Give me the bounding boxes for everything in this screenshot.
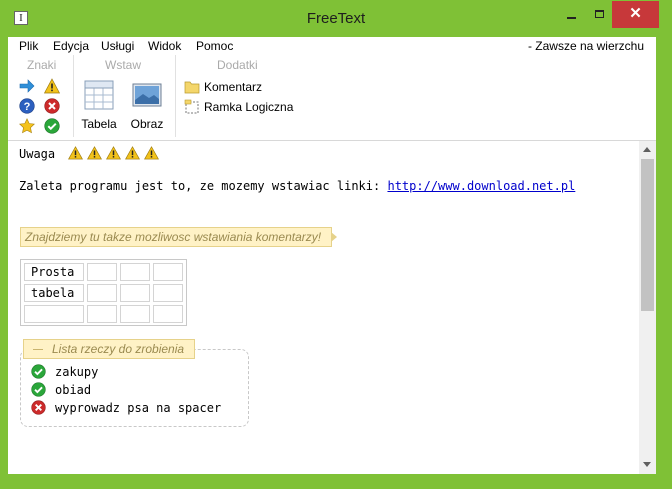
warning-icon	[68, 146, 87, 161]
menu-widok[interactable]: Widok	[148, 39, 181, 53]
add-comment-label: Komentarz	[204, 80, 263, 94]
uwaga-text: Uwaga	[19, 147, 56, 161]
arrow-right-icon[interactable]	[19, 78, 35, 94]
group-title-znaki: Znaki	[27, 58, 57, 72]
ribbon: Znaki ? Wstaw Tabela Obraz Dodatki Komen…	[8, 55, 656, 141]
app-window: I FreeText ✕ Plik Edycja Usługi Widok Po…	[0, 0, 672, 489]
scroll-down-icon[interactable]	[643, 462, 651, 467]
folder-icon	[184, 81, 200, 94]
minimize-button[interactable]	[554, 1, 588, 28]
table-cell[interactable]	[87, 284, 117, 302]
group-title-wstaw: Wstaw	[105, 58, 141, 72]
table-cell[interactable]	[120, 263, 150, 281]
scroll-thumb[interactable]	[641, 159, 654, 311]
todo-frame[interactable]: Lista rzeczy do zrobienia zakupy obiad wyp…	[20, 339, 249, 427]
table-cell[interactable]	[87, 305, 117, 323]
table-cell[interactable]	[24, 305, 84, 323]
table-cell[interactable]	[120, 305, 150, 323]
todo-item[interactable]: obiad	[31, 382, 91, 400]
client-area: Plik Edycja Usługi Widok Pomoc - Zawsze …	[8, 37, 656, 474]
text-editor[interactable]: Uwaga Zaleta programu jest to, ze mozemy…	[8, 141, 639, 474]
warning-icon	[125, 146, 144, 161]
todo-title: Lista rzeczy do zrobienia	[23, 339, 196, 359]
menu-edycja[interactable]: Edycja	[53, 39, 89, 53]
error-icon[interactable]	[44, 98, 60, 114]
warning-icon	[106, 146, 125, 161]
link-intro-text: Zaleta programu jest to, ze mozemy wstaw…	[19, 179, 388, 193]
table-cell[interactable]: tabela	[24, 284, 84, 302]
todo-item-label: zakupy	[55, 365, 99, 379]
todo-item-label: obiad	[55, 383, 92, 397]
check-icon[interactable]	[44, 118, 60, 134]
comment-note[interactable]: Znajdziemy tu takze mozliwosc wstawiania…	[20, 227, 338, 247]
menu-bar: Plik Edycja Usługi Widok Pomoc - Zawsze …	[8, 37, 656, 55]
insert-table-button[interactable]: Tabela	[80, 80, 118, 131]
add-logic-frame-button[interactable]: Ramka Logiczna	[184, 99, 293, 115]
menu-uslugi[interactable]: Usługi	[101, 39, 134, 53]
minimize-icon	[567, 17, 576, 19]
insert-table-label: Tabela	[81, 117, 117, 131]
group-separator	[175, 55, 176, 137]
warning-icon	[144, 146, 163, 161]
todo-item-label: wyprowadz psa na spacer	[55, 401, 222, 415]
insert-image-label: Obraz	[130, 117, 164, 131]
add-comment-button[interactable]: Komentarz	[184, 79, 262, 95]
close-icon: ✕	[629, 5, 642, 22]
warning-icon[interactable]	[43, 78, 61, 94]
check-icon[interactable]	[31, 382, 46, 400]
todo-item[interactable]: wyprowadz psa na spacer	[31, 400, 221, 418]
add-logic-frame-label: Ramka Logiczna	[204, 100, 294, 114]
svg-text:?: ?	[24, 101, 31, 113]
scroll-up-icon[interactable]	[643, 147, 651, 152]
simple-table[interactable]: Prosta tabela	[20, 259, 187, 326]
logic-frame-icon	[184, 99, 199, 114]
group-separator	[73, 55, 74, 137]
warning-icons	[68, 146, 163, 161]
vertical-scrollbar[interactable]	[639, 141, 656, 474]
table-cell[interactable]: Prosta	[24, 263, 84, 281]
dash-icon	[33, 349, 43, 350]
maximize-icon	[595, 10, 604, 18]
star-icon[interactable]	[19, 118, 35, 134]
table-cell[interactable]	[87, 263, 117, 281]
download-link[interactable]: http://www.download.net.pl	[387, 179, 575, 193]
image-icon	[132, 83, 162, 107]
editor-line-uwaga: Uwaga	[19, 146, 163, 161]
check-icon[interactable]	[31, 364, 46, 382]
maximize-button[interactable]	[588, 1, 612, 28]
todo-item[interactable]: zakupy	[31, 364, 98, 382]
table-cell[interactable]	[153, 305, 183, 323]
always-on-top-toggle[interactable]: - Zawsze na wierzchu	[528, 39, 644, 53]
table-cell[interactable]	[153, 284, 183, 302]
title-bar[interactable]: I FreeText ✕	[0, 0, 672, 37]
editor-line-link: Zaleta programu jest to, ze mozemy wstaw…	[19, 178, 631, 194]
insert-image-button[interactable]: Obraz	[128, 80, 166, 131]
table-icon	[84, 80, 114, 110]
table-cell[interactable]	[120, 284, 150, 302]
error-icon[interactable]	[31, 400, 46, 418]
group-title-dodatki: Dodatki	[217, 58, 258, 72]
menu-plik[interactable]: Plik	[19, 39, 38, 53]
table-cell[interactable]	[153, 263, 183, 281]
warning-icon	[87, 146, 106, 161]
menu-pomoc[interactable]: Pomoc	[196, 39, 233, 53]
todo-title-text: Lista rzeczy do zrobienia	[52, 342, 185, 356]
close-button[interactable]: ✕	[612, 1, 659, 28]
help-icon[interactable]: ?	[19, 98, 35, 114]
